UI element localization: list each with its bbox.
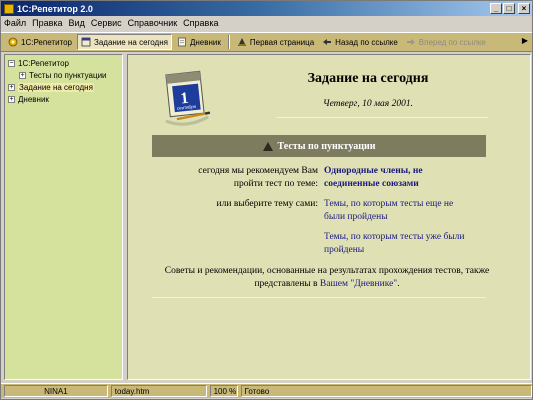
taken-tests-link[interactable]: Темы, по которым тесты уже были пройдены [324, 231, 484, 257]
choose-label: или выберите тему сами: [216, 199, 318, 209]
expand-toggle-icon[interactable]: + [8, 83, 15, 91]
content-divider [152, 297, 486, 298]
window-title: 1С:Репетитор 2.0 [17, 3, 93, 14]
first-page-icon [237, 38, 246, 46]
current-date: Четверг, 10 мая 2001. [323, 99, 413, 109]
menu-view[interactable]: Вид [69, 18, 85, 28]
toolbar-home-button[interactable]: 1С:Репетитор [5, 34, 75, 50]
window-controls: _ □ × [490, 3, 530, 14]
tips-paragraph: Советы и рекомендации, основанные на рез… [162, 265, 492, 291]
forward-arrow-icon [406, 39, 415, 45]
toolbar: 1С:Репетитор Задание на сегодня Дневник … [1, 32, 532, 52]
untaken-tests-link[interactable]: Темы, по которым тесты еще не были пройд… [324, 198, 474, 224]
toolbar-forward-button[interactable]: Вперед по ссылке [403, 34, 489, 50]
menu-bar: Файл Правка Вид Сервис Справочник Справк… [1, 16, 532, 30]
menu-file[interactable]: Файл [4, 18, 26, 28]
diary-icon [178, 37, 186, 47]
section-header: Тесты по пунктуации [152, 135, 486, 157]
expand-toggle-icon[interactable]: + [19, 71, 26, 79]
toolbar-back-label: Назад по ссылке [335, 37, 398, 47]
toolbar-home-label: 1С:Репетитор [21, 37, 73, 47]
calendar-illustration-icon: 1 сентября [165, 70, 210, 126]
toolbar-today-button[interactable]: Задание на сегодня [77, 34, 172, 50]
tree-item-label: Задание на сегодня [18, 82, 94, 92]
navigation-tree: − 1С:Репетитор + Тесты по пунктуации + З… [4, 54, 123, 380]
close-button[interactable]: × [518, 3, 530, 14]
toolbar-first-page-label: Первая страница [249, 37, 315, 47]
tree-item-today[interactable]: + Задание на сегодня [5, 81, 122, 93]
status-user: NINA1 [4, 385, 108, 397]
toolbar-today-label: Задание на сегодня [94, 37, 168, 47]
calendar-icon [81, 37, 91, 47]
tree-item-diary[interactable]: + Дневник [5, 93, 122, 105]
diary-link[interactable]: Вашем "Дневнике" [320, 279, 397, 289]
title-divider [276, 117, 488, 118]
menu-edit[interactable]: Правка [32, 18, 62, 28]
status-state: Готово [240, 385, 532, 397]
recommended-test-link[interactable]: Однородные члены, не соединенные союзами [324, 165, 454, 191]
warning-triangle-icon [262, 141, 273, 151]
page-title: Задание на сегодня [307, 71, 429, 86]
section-title: Тесты по пунктуации [277, 140, 376, 152]
toolbar-first-page-button[interactable]: Первая страница [234, 34, 317, 50]
collapse-toggle-icon[interactable]: − [8, 59, 15, 67]
tree-item-punctuation-tests[interactable]: + Тесты по пунктуации [5, 69, 122, 81]
toolbar-back-button[interactable]: Назад по ссылке [319, 34, 401, 50]
toolbar-separator [227, 35, 230, 49]
tree-item-label: 1С:Репетитор [18, 58, 70, 68]
back-arrow-icon [323, 39, 332, 45]
toolbar-diary-button[interactable]: Дневник [174, 34, 224, 50]
toolbar-forward-label: Вперед по ссылке [418, 37, 486, 47]
status-zoom: 100 % [209, 385, 238, 397]
menu-help[interactable]: Справка [183, 18, 218, 28]
toolbar-more-chevron-icon[interactable]: ▶ [522, 36, 528, 45]
status-file: today.htm [110, 385, 207, 397]
app-window: 1С:Репетитор 2.0 _ □ × Файл Правка Вид С… [0, 0, 533, 400]
tree-item-root[interactable]: − 1С:Репетитор [5, 57, 122, 69]
maximize-button[interactable]: □ [503, 3, 515, 14]
menu-service[interactable]: Сервис [91, 18, 122, 28]
home-icon [8, 37, 18, 47]
tree-item-label: Тесты по пунктуации [29, 70, 107, 80]
app-logo-icon [4, 3, 14, 14]
tips-end: . [397, 279, 400, 289]
toolbar-diary-label: Дневник [189, 37, 221, 47]
status-bar: NINA1 today.htm 100 % Готово [1, 383, 532, 398]
tree-item-label: Дневник [18, 94, 49, 104]
expand-toggle-icon[interactable]: + [8, 95, 15, 103]
minimize-button[interactable]: _ [490, 3, 502, 14]
menu-reference[interactable]: Справочник [128, 18, 178, 28]
recommend-label: сегодня мы рекомендуем Вам пройти тест п… [198, 166, 318, 189]
title-bar: 1С:Репетитор 2.0 _ □ × [1, 1, 532, 16]
content-pane: 1 сентября Задание на сегодня Четверг, 1… [127, 54, 531, 380]
